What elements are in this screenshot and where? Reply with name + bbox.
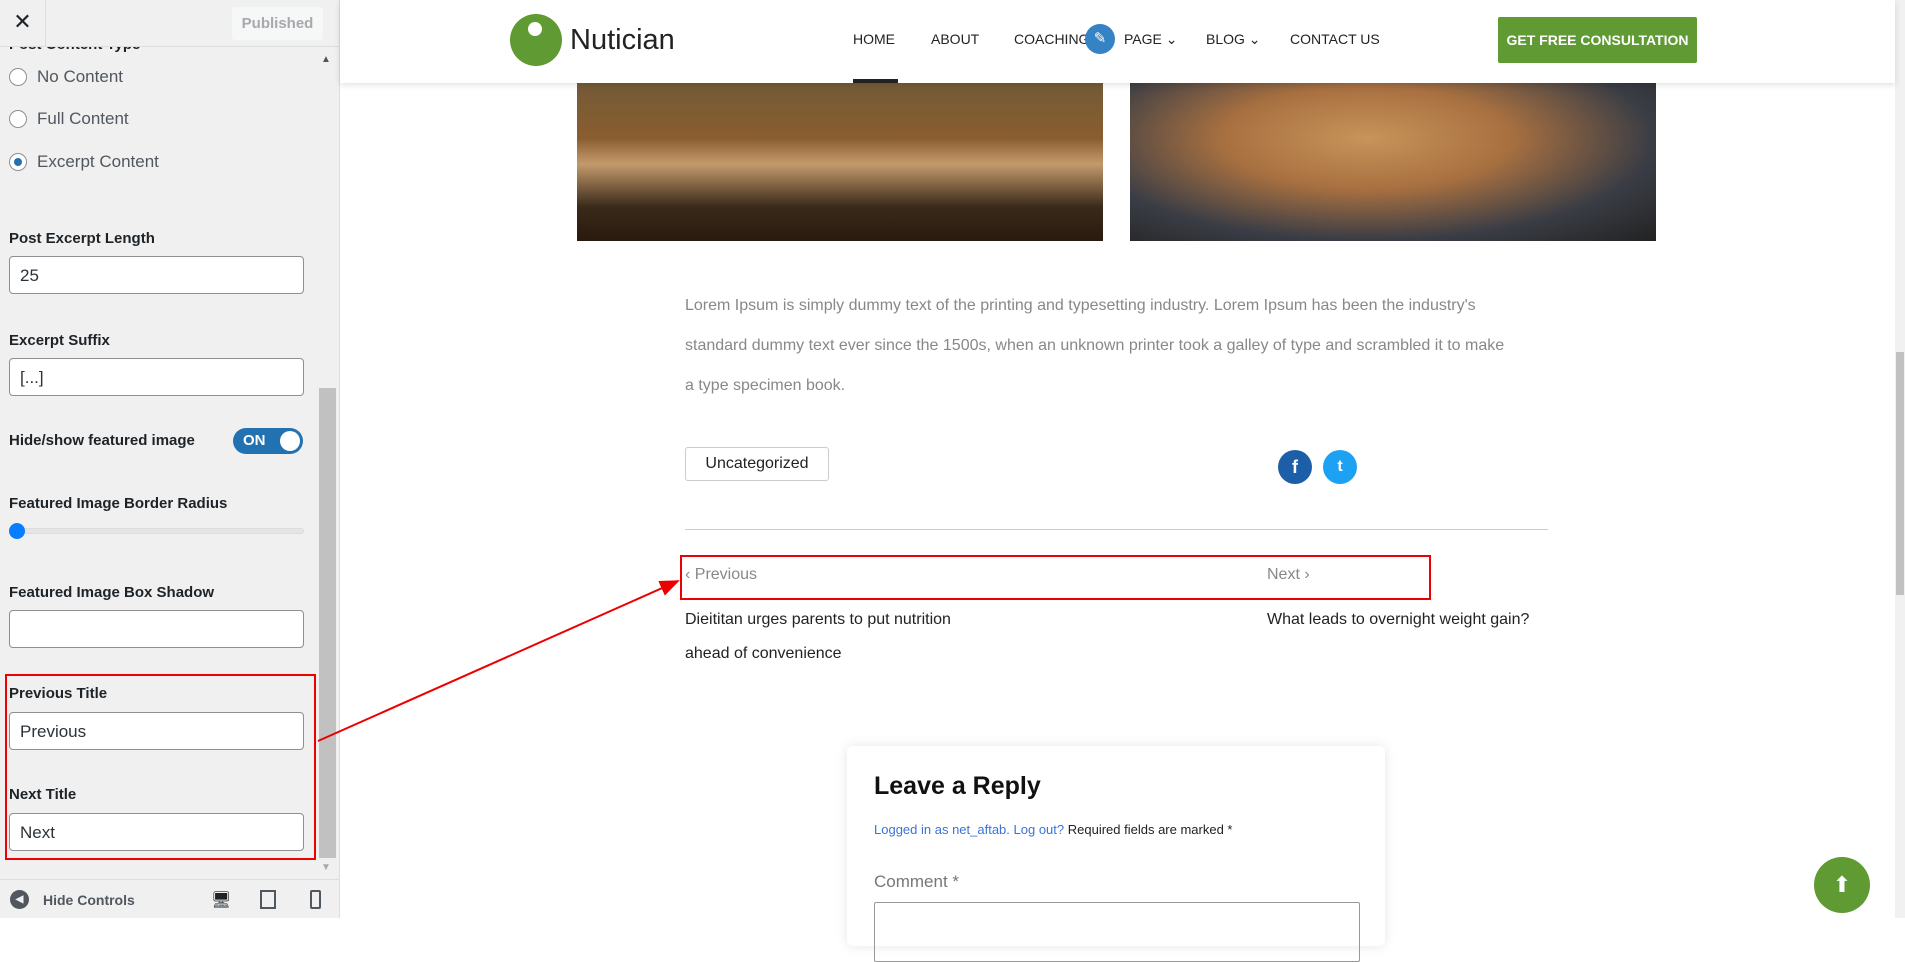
post-excerpt-line: a type specimen book.: [685, 377, 846, 394]
featured-image-toggle[interactable]: ON: [233, 428, 303, 454]
radio-label: Full Content: [37, 109, 129, 128]
active-nav-indicator: [853, 79, 898, 83]
mobile-preview-icon[interactable]: [310, 890, 321, 909]
featured-image-toggle-label: Hide/show featured image: [9, 432, 195, 449]
border-radius-slider[interactable]: [12, 528, 304, 534]
radio-label: No Content: [37, 67, 123, 86]
logo-text: Nutician: [570, 23, 675, 56]
reply-card: Leave a Reply Logged in as net_aftab. Lo…: [847, 746, 1385, 962]
chevron-down-icon: ⌄: [1248, 31, 1261, 47]
nav-contact[interactable]: CONTACT US: [1290, 31, 1380, 47]
logo-icon: [510, 14, 562, 66]
facebook-icon[interactable]: f: [1278, 450, 1312, 484]
reply-heading: Leave a Reply: [874, 772, 1041, 800]
radio-label: Excerpt Content: [37, 152, 159, 171]
edit-pencil-icon[interactable]: ✎: [1085, 24, 1115, 54]
toggle-knob: [280, 431, 300, 451]
collapse-icon: ◀: [10, 890, 29, 909]
logged-in-notice: Logged in as net_aftab. Log out? Require…: [874, 822, 1232, 837]
twitter-icon[interactable]: t: [1323, 450, 1357, 484]
next-post-title[interactable]: What leads to overnight weight gain?: [1267, 603, 1529, 637]
page-scrollbar-thumb[interactable]: [1896, 352, 1904, 595]
border-radius-label: Featured Image Border Radius: [9, 495, 228, 512]
nav-home[interactable]: HOME: [853, 31, 895, 47]
title-line: Dieititan urges parents to put nutrition: [685, 611, 951, 628]
required-note: Required fields are marked *: [1064, 822, 1233, 837]
radio-full-content[interactable]: Full Content: [9, 109, 129, 129]
scroll-down-icon[interactable]: ▼: [321, 862, 331, 873]
previous-post-title[interactable]: Dieititan urges parents to put nutrition…: [685, 603, 951, 671]
radio-no-content[interactable]: No Content: [9, 67, 123, 87]
excerpt-length-input[interactable]: 25: [9, 256, 304, 294]
desktop-preview-icon[interactable]: 🖥: [211, 890, 231, 909]
next-label: Next: [1267, 566, 1300, 583]
toggle-state: ON: [243, 432, 266, 449]
featured-image-right: [1130, 70, 1656, 241]
free-consultation-button[interactable]: GET FREE CONSULTATION: [1498, 17, 1697, 63]
tablet-preview-icon[interactable]: [260, 890, 276, 909]
radio-excerpt-content[interactable]: Excerpt Content: [9, 152, 159, 172]
featured-image-left: [577, 70, 1103, 241]
hide-controls-label: Hide Controls: [43, 891, 135, 908]
previous-label: Previous: [694, 566, 758, 583]
previous-title-label: Previous Title: [9, 685, 108, 702]
chevron-down-icon: ⌄: [1165, 31, 1178, 47]
radio-icon[interactable]: [9, 110, 27, 128]
nav-blog[interactable]: BLOG ⌄: [1206, 31, 1261, 48]
hide-controls-button[interactable]: ◀ Hide Controls: [10, 890, 135, 909]
previous-post-link[interactable]: ‹ Previous: [685, 566, 757, 584]
nav-label: BLOG: [1206, 31, 1245, 47]
excerpt-suffix-input[interactable]: [...]: [9, 358, 304, 396]
next-title-label: Next Title: [9, 786, 77, 803]
arrow-up-icon: ⬆: [1832, 872, 1852, 897]
sidebar-scrollbar[interactable]: [319, 388, 336, 858]
comment-label: Comment *: [874, 872, 960, 891]
excerpt-suffix-label: Excerpt Suffix: [9, 332, 110, 349]
annotation-box-post-nav: [680, 555, 1431, 600]
logout-link[interactable]: Log out?: [1014, 822, 1065, 837]
close-button[interactable]: ✕: [0, 0, 46, 46]
box-shadow-input[interactable]: [9, 610, 304, 648]
scroll-to-top-button[interactable]: ⬆: [1814, 857, 1870, 913]
nav-page[interactable]: PAGE ⌄: [1124, 31, 1178, 48]
post-excerpt-line: Lorem Ipsum is simply dummy text of the …: [685, 297, 1476, 314]
profile-link[interactable]: Logged in as net_aftab.: [874, 822, 1010, 837]
customizer-header: ✕ Published: [0, 0, 339, 47]
category-tag[interactable]: Uncategorized: [685, 447, 829, 481]
radio-icon[interactable]: [9, 68, 27, 86]
chevron-right-icon: ›: [1299, 566, 1310, 583]
nav-coaching[interactable]: COACHING: [1014, 31, 1089, 47]
comment-textarea[interactable]: [874, 902, 1360, 962]
customizer-sidebar: ✕ Published Post Content Type No Content…: [0, 0, 340, 918]
nav-label: PAGE: [1124, 31, 1162, 47]
site-logo[interactable]: Nutician: [510, 14, 675, 66]
published-button[interactable]: Published: [232, 7, 323, 40]
scroll-up-icon[interactable]: ▲: [321, 54, 331, 65]
arrow-line: [317, 580, 680, 742]
next-post-link[interactable]: Next ›: [1267, 566, 1310, 584]
title-line: ahead of convenience: [685, 645, 842, 662]
excerpt-length-label: Post Excerpt Length: [9, 230, 155, 247]
previous-title-input[interactable]: Previous: [9, 712, 304, 750]
divider: [685, 529, 1548, 530]
site-header: Nutician HOME ABOUT COACHING PAGE ⌄ BLOG…: [340, 0, 1895, 83]
chevron-left-icon: ‹: [685, 566, 695, 583]
post-excerpt-line: standard dummy text ever since the 1500s…: [685, 337, 1505, 354]
next-title-input[interactable]: Next: [9, 813, 304, 851]
radio-checked-icon[interactable]: [9, 153, 27, 171]
nav-about[interactable]: ABOUT: [931, 31, 979, 47]
slider-handle[interactable]: [9, 523, 25, 539]
box-shadow-label: Featured Image Box Shadow: [9, 584, 215, 601]
customizer-footer: ◀ Hide Controls 🖥: [0, 879, 339, 918]
